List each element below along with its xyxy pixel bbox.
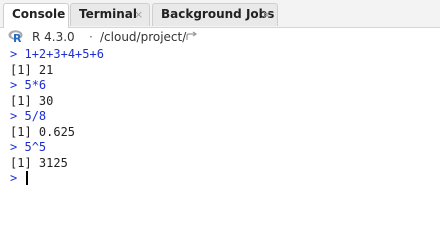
tab-background-jobs-label: Background Jobs bbox=[161, 7, 275, 21]
console-active-prompt[interactable]: > bbox=[10, 171, 440, 187]
tab-terminal-close-icon[interactable]: × bbox=[134, 4, 143, 25]
console-output[interactable]: > 1+2+3+4+5+6 [1] 21 > 5*6 [1] 30 > 5/8 … bbox=[0, 47, 440, 187]
pane-tab-bar: Console Terminal × Background Jobs × bbox=[0, 0, 440, 28]
prompt-symbol: > bbox=[10, 47, 18, 61]
console-input-line: > 5^5 bbox=[10, 140, 440, 156]
goto-directory-icon[interactable] bbox=[186, 31, 198, 43]
r-logo-letter: R bbox=[13, 32, 22, 43]
console-input-text: 5*6 bbox=[24, 78, 47, 92]
console-output-line: [1] 0.625 bbox=[10, 124, 76, 139]
console-output-line: [1] 30 bbox=[10, 93, 54, 108]
console-input-line: > 5*6 bbox=[10, 78, 440, 94]
text-cursor bbox=[26, 171, 29, 185]
tab-console-label: Console bbox=[12, 7, 66, 21]
console-output-line: [1] 21 bbox=[10, 62, 54, 77]
tab-background-jobs[interactable]: Background Jobs × bbox=[152, 3, 278, 26]
tab-terminal[interactable]: Terminal × bbox=[70, 3, 150, 26]
console-info-bar: R R 4.3.0 · /cloud/project/ bbox=[0, 28, 440, 46]
console-input-line: > 1+2+3+4+5+6 bbox=[10, 47, 440, 63]
tab-background-jobs-close-icon[interactable]: × bbox=[262, 4, 271, 25]
working-directory-path: /cloud/project/ bbox=[100, 30, 187, 44]
tab-terminal-label: Terminal bbox=[79, 7, 138, 21]
prompt-symbol: > bbox=[10, 171, 18, 185]
console-input-text: 1+2+3+4+5+6 bbox=[24, 47, 104, 61]
console-output-line: [1] 3125 bbox=[10, 155, 68, 170]
console-input-text: 5/8 bbox=[24, 109, 47, 123]
console-input-text: 5^5 bbox=[24, 140, 47, 154]
prompt-symbol: > bbox=[10, 140, 18, 154]
info-separator: · bbox=[89, 30, 93, 44]
tab-console[interactable]: Console bbox=[3, 3, 69, 28]
console-input-line: > 5/8 bbox=[10, 109, 440, 125]
prompt-symbol: > bbox=[10, 78, 18, 92]
r-logo-icon: R bbox=[8, 30, 23, 43]
r-version-label: R 4.3.0 bbox=[32, 30, 75, 44]
prompt-symbol: > bbox=[10, 109, 18, 123]
